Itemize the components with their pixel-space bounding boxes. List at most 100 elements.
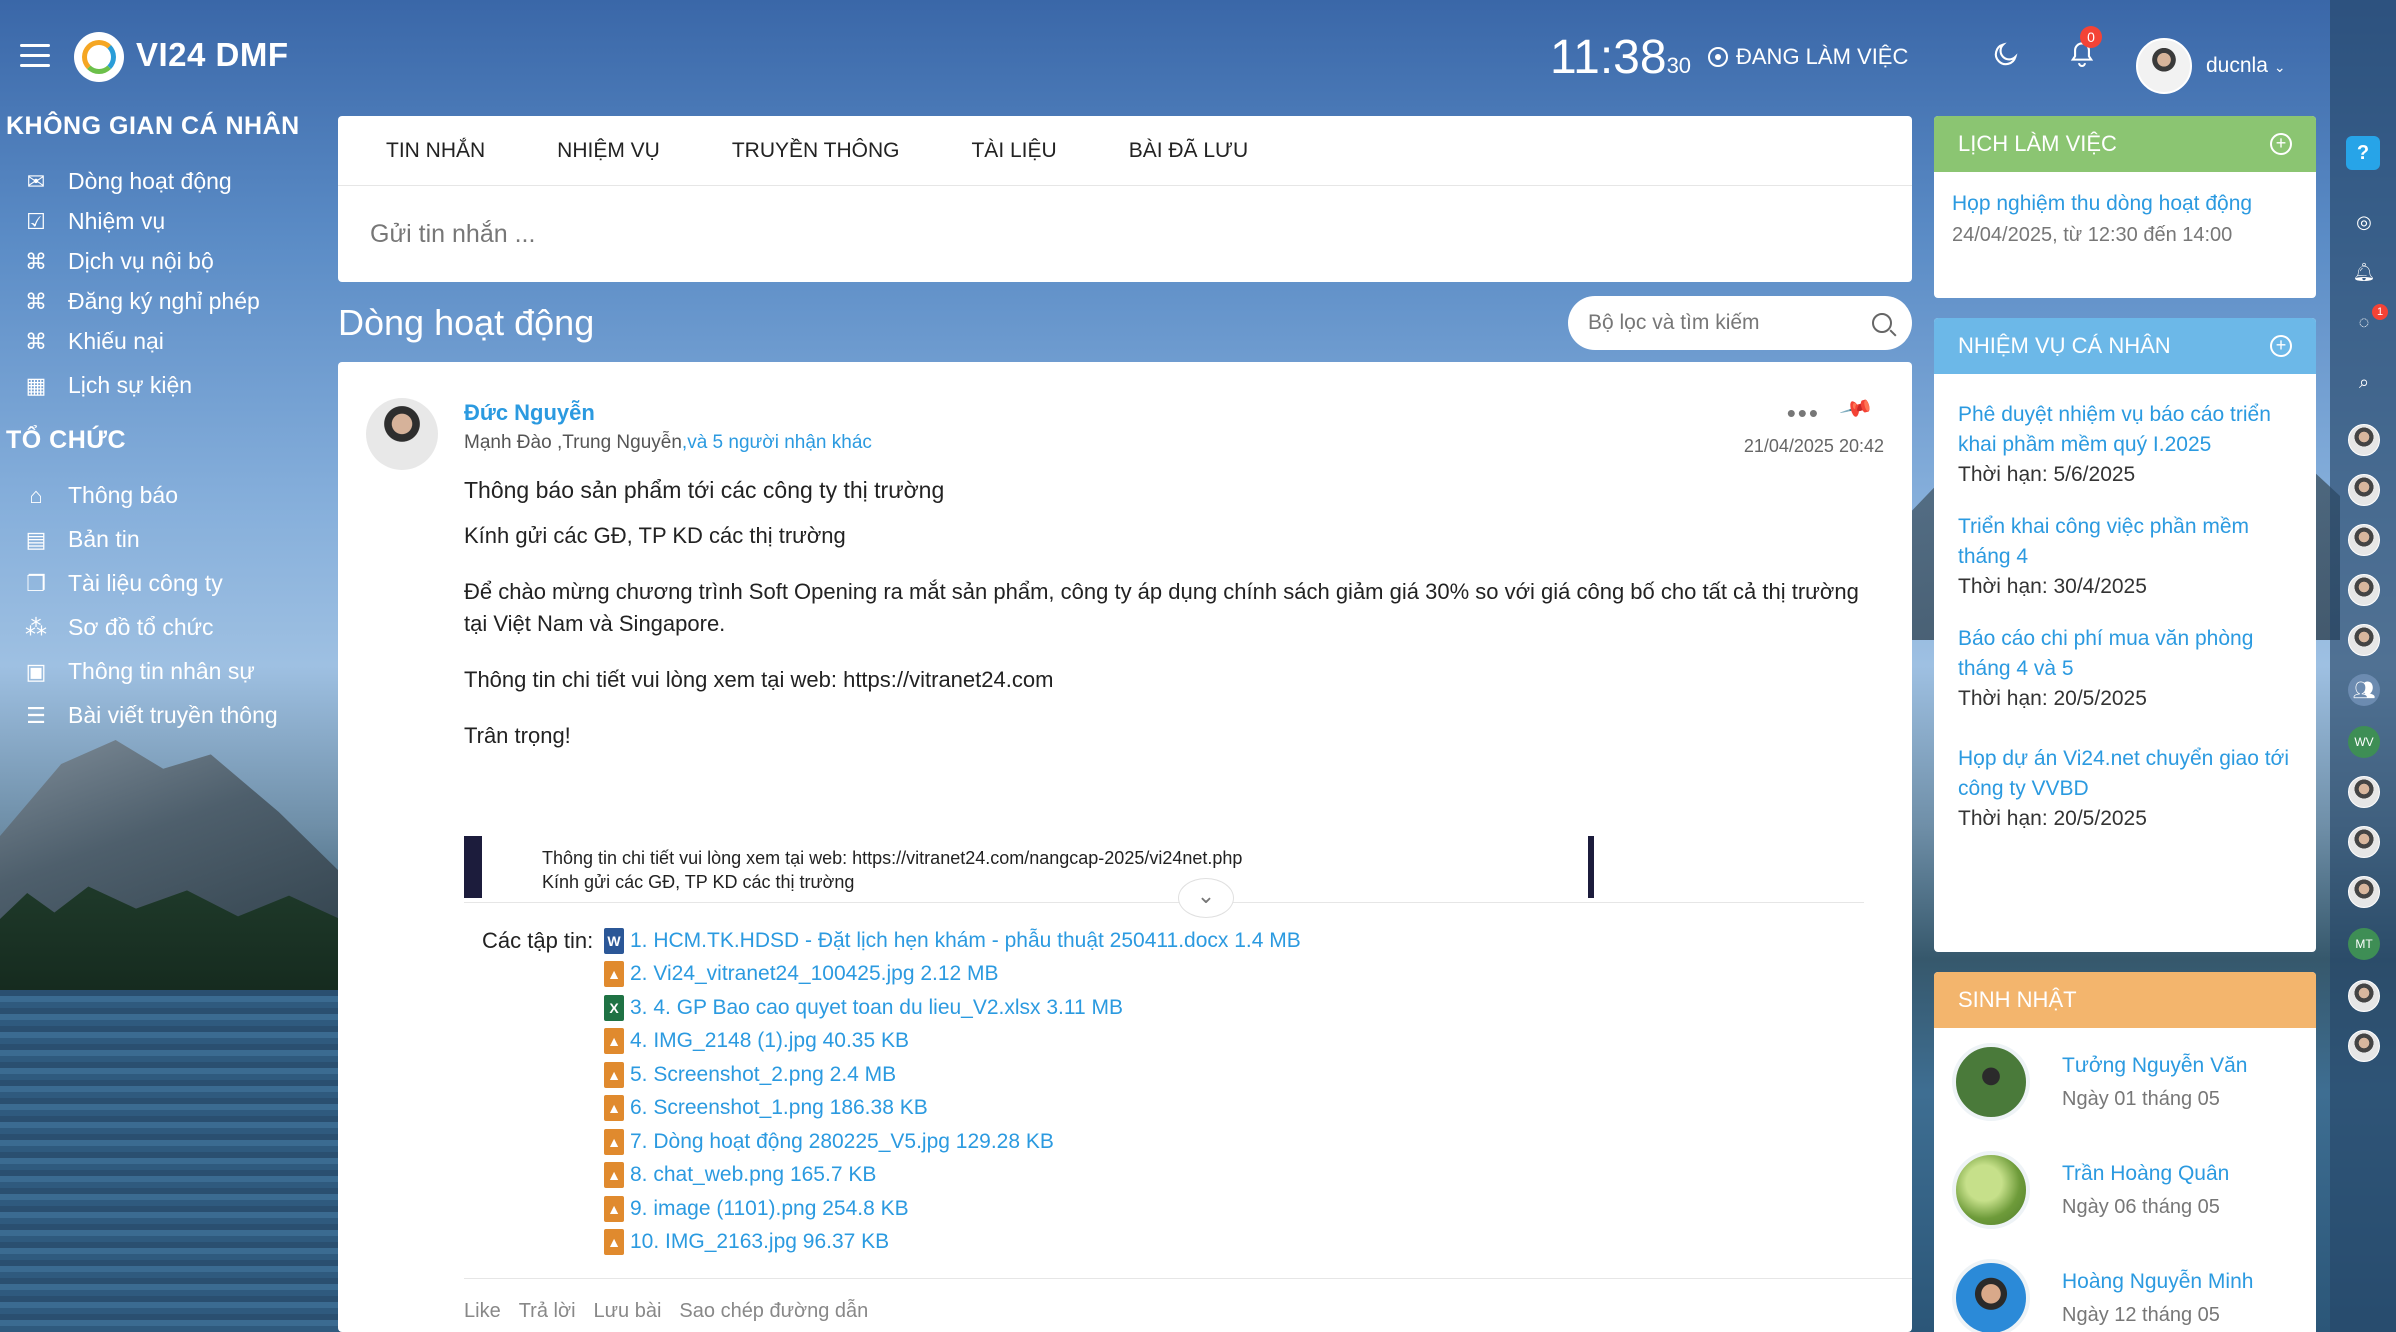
birthday-name[interactable]: Tưởng Nguyễn Văn [2062,1054,2247,1078]
contact-avatar[interactable] [2348,980,2380,1012]
attachment-list: W 1. HCM.TK.HDSD - Đặt lịch hẹn khám - ph… [604,924,1301,1259]
contact-avatar[interactable] [2348,776,2380,808]
sidebar-item-activity[interactable]: ✉ Dòng hoạt động [24,168,232,195]
post-author[interactable]: Đức Nguyễn [464,400,595,426]
activity-post: Đức Nguyễn Mạnh Đào ,Trung Nguyễn,và 5 n… [338,362,1912,1332]
user-menu[interactable]: ducnla ⌄ [2206,54,2286,78]
calendar-icon: ▦ [25,372,47,398]
search-icon[interactable]: ⌕ [2348,366,2380,398]
tab-tasks[interactable]: NHIỆM VỤ [557,139,660,163]
contact-avatar[interactable] [2348,624,2380,656]
more-options-icon[interactable]: ••• [1787,398,1820,429]
contact-avatar[interactable] [2348,524,2380,556]
birthday-name[interactable]: Trần Hoàng Quân [2062,1162,2229,1186]
sidebar-item-label: Dòng hoạt động [68,168,232,194]
chat-count-badge: 1 [2372,304,2388,320]
task-title[interactable]: Báo cáo chi phí mua văn phòng tháng 4 và… [1958,624,2292,684]
sidebar-item-company-documents[interactable]: ❐ Tài liệu công ty [24,570,223,597]
birthday-item[interactable]: Hoàng Nguyễn Minh Ngày 12 tháng 05 [1934,1244,2316,1332]
birthday-name[interactable]: Hoàng Nguyễn Minh [2062,1270,2253,1294]
attachment-item[interactable]: W 1. HCM.TK.HDSD - Đặt lịch hẹn khám - ph… [604,924,1301,958]
task-title[interactable]: Triển khai công việc phần mềm tháng 4 [1958,512,2292,572]
author-avatar[interactable] [366,398,438,470]
right-dock [2330,0,2396,1332]
group-icon[interactable]: 👥︎ [2348,674,2380,706]
attachment-item[interactable]: ▲ 6. Screenshot_1.png 186.38 KB [604,1092,1301,1126]
attachment-item[interactable]: ▲ 7. Dòng hoạt động 280225_V5.jpg 129.28 … [604,1125,1301,1159]
task-item[interactable]: Báo cáo chi phí mua văn phòng tháng 4 và… [1934,624,2316,714]
attachment-item[interactable]: ▲ 2. Vi24_vitranet24_100425.jpg 2.12 MB [604,958,1301,992]
contact-avatar[interactable] [2348,424,2380,456]
sidebar-item-complaints[interactable]: ⌘ Khiếu nại [24,328,164,355]
sidebar-item-internal-services[interactable]: ⌘ Dịch vụ nội bộ [24,248,214,275]
recipients-more-link[interactable]: ,và 5 người nhận khác [682,432,872,453]
task-title[interactable]: Họp dự án Vi24.net chuyển giao tới công … [1958,744,2292,804]
copy-link-button[interactable]: Sao chép đường dẫn [679,1300,868,1323]
attachment-item[interactable]: ▲ 4. IMG_2148 (1).jpg 40.35 KB [604,1025,1301,1059]
contact-avatar[interactable] [2348,876,2380,908]
contact-avatar[interactable] [2348,574,2380,606]
sidebar-item-event-calendar[interactable]: ▦ Lịch sự kiện [24,372,192,399]
sidebar-item-media-posts[interactable]: ☰ Bài viết truyền thông [24,702,278,729]
sidebar-item-newsletter[interactable]: ▤ Bản tin [24,526,140,553]
contact-avatar[interactable] [2348,826,2380,858]
task-item[interactable]: Triển khai công việc phần mềm tháng 4 Th… [1934,512,2316,602]
post-content: Để chào mừng chương trình Soft Opening r… [464,579,1859,636]
tab-media[interactable]: TRUYỀN THÔNG [732,139,900,163]
add-task-icon[interactable]: + [2270,335,2292,357]
birthday-item[interactable]: Trần Hoàng Quân Ngày 06 tháng 05 [1934,1136,2316,1244]
tab-messages[interactable]: TIN NHẮN [386,139,485,163]
contact-initials-avatar[interactable]: MT [2348,928,2380,960]
status-dot-icon [1708,47,1728,67]
message-input[interactable]: Gửi tin nhắn ... [338,186,1912,283]
save-post-button[interactable]: Lưu bài [594,1300,662,1323]
like-button[interactable]: Like [464,1300,501,1323]
sidebar-item-org-chart[interactable]: ⁂ Sơ đồ tổ chức [24,614,214,641]
filter-search-input[interactable]: Bộ lọc và tìm kiếm [1568,296,1912,350]
task-deadline: Thời hạn: 30/4/2025 [1958,575,2147,598]
attachment-name: 1. HCM.TK.HDSD - Đặt lịch hẹn khám - phẫ… [630,928,1301,952]
sidebar-item-announcements[interactable]: ⌂ Thông báo [24,482,178,509]
contact-avatar[interactable] [2348,474,2380,506]
sidebar-item-leave-request[interactable]: ⌘ Đăng ký nghỉ phép [24,288,260,315]
birthday-item[interactable]: Tưởng Nguyễn Văn Ngày 01 tháng 05 [1934,1028,2316,1136]
attachment-name: 8. chat_web.png 165.7 KB [630,1163,877,1187]
task-deadline: Thời hạn: 20/5/2025 [1958,807,2147,830]
tab-saved-posts[interactable]: BÀI ĐÃ LƯU [1129,139,1248,163]
event-time: 24/04/2025, từ 12:30 đến 14:00 [1952,224,2233,246]
user-avatar[interactable] [2136,38,2192,94]
sidebar-item-label: Sơ đồ tổ chức [68,614,214,640]
task-item[interactable]: Phê duyệt nhiệm vụ báo cáo triển khai ph… [1934,400,2316,490]
sidebar-item-hr-info[interactable]: ▣ Thông tin nhân sự [24,658,255,685]
target-icon[interactable]: ◎ [2348,206,2380,238]
tab-documents[interactable]: TÀI LIỆU [971,139,1056,163]
attachment-item[interactable]: ▲ 5. Screenshot_2.png 2.4 MB [604,1058,1301,1092]
bell-icon[interactable]: 🔔︎ [2348,256,2380,288]
image-file-icon: ▲ [604,1229,624,1256]
sidebar-item-tasks[interactable]: ☑ Nhiệm vụ [24,208,165,235]
task-title[interactable]: Phê duyệt nhiệm vụ báo cáo triển khai ph… [1958,400,2292,460]
task-item[interactable]: Họp dự án Vi24.net chuyển giao tới công … [1934,744,2316,834]
add-event-icon[interactable]: + [2270,133,2292,155]
attachment-item[interactable]: ▲ 10. IMG_2163.jpg 96.37 KB [604,1226,1301,1260]
work-status-button[interactable]: ĐANG LÀM VIỆC [1708,44,1908,70]
help-button[interactable]: ? [2346,136,2380,170]
list-icon: ☰ [26,702,46,728]
moon-icon[interactable] [1992,40,2020,68]
attachment-item[interactable]: X 3. 4. GP Bao cao quyet toan du lieu_V2.… [604,991,1301,1025]
contact-initials-avatar[interactable]: WV [2348,726,2380,758]
attachment-item[interactable]: ▲ 8. chat_web.png 165.7 KB [604,1159,1301,1193]
post-date: 21/04/2025 20:42 [1743,436,1884,456]
link-preview[interactable]: Thông tin chi tiết vui lòng xem tại web:… [464,836,1744,898]
reply-button[interactable]: Trả lời [519,1300,576,1323]
app-logo[interactable] [74,32,124,82]
expand-chevron-icon[interactable]: ⌄ [1178,878,1234,918]
contact-avatar[interactable] [2348,1030,2380,1062]
inbox-icon: ✉ [26,168,46,194]
attachment-item[interactable]: ▲ 9. image (1101).png 254.8 KB [604,1192,1301,1226]
search-icon[interactable] [1872,313,1892,333]
pin-icon[interactable]: 📌 [1838,391,1874,427]
event-title[interactable]: Họp nghiệm thu dòng hoạt động [1934,172,2316,216]
birthday-heading: SINH NHẬT [1958,987,2077,1012]
menu-icon[interactable] [20,44,50,68]
